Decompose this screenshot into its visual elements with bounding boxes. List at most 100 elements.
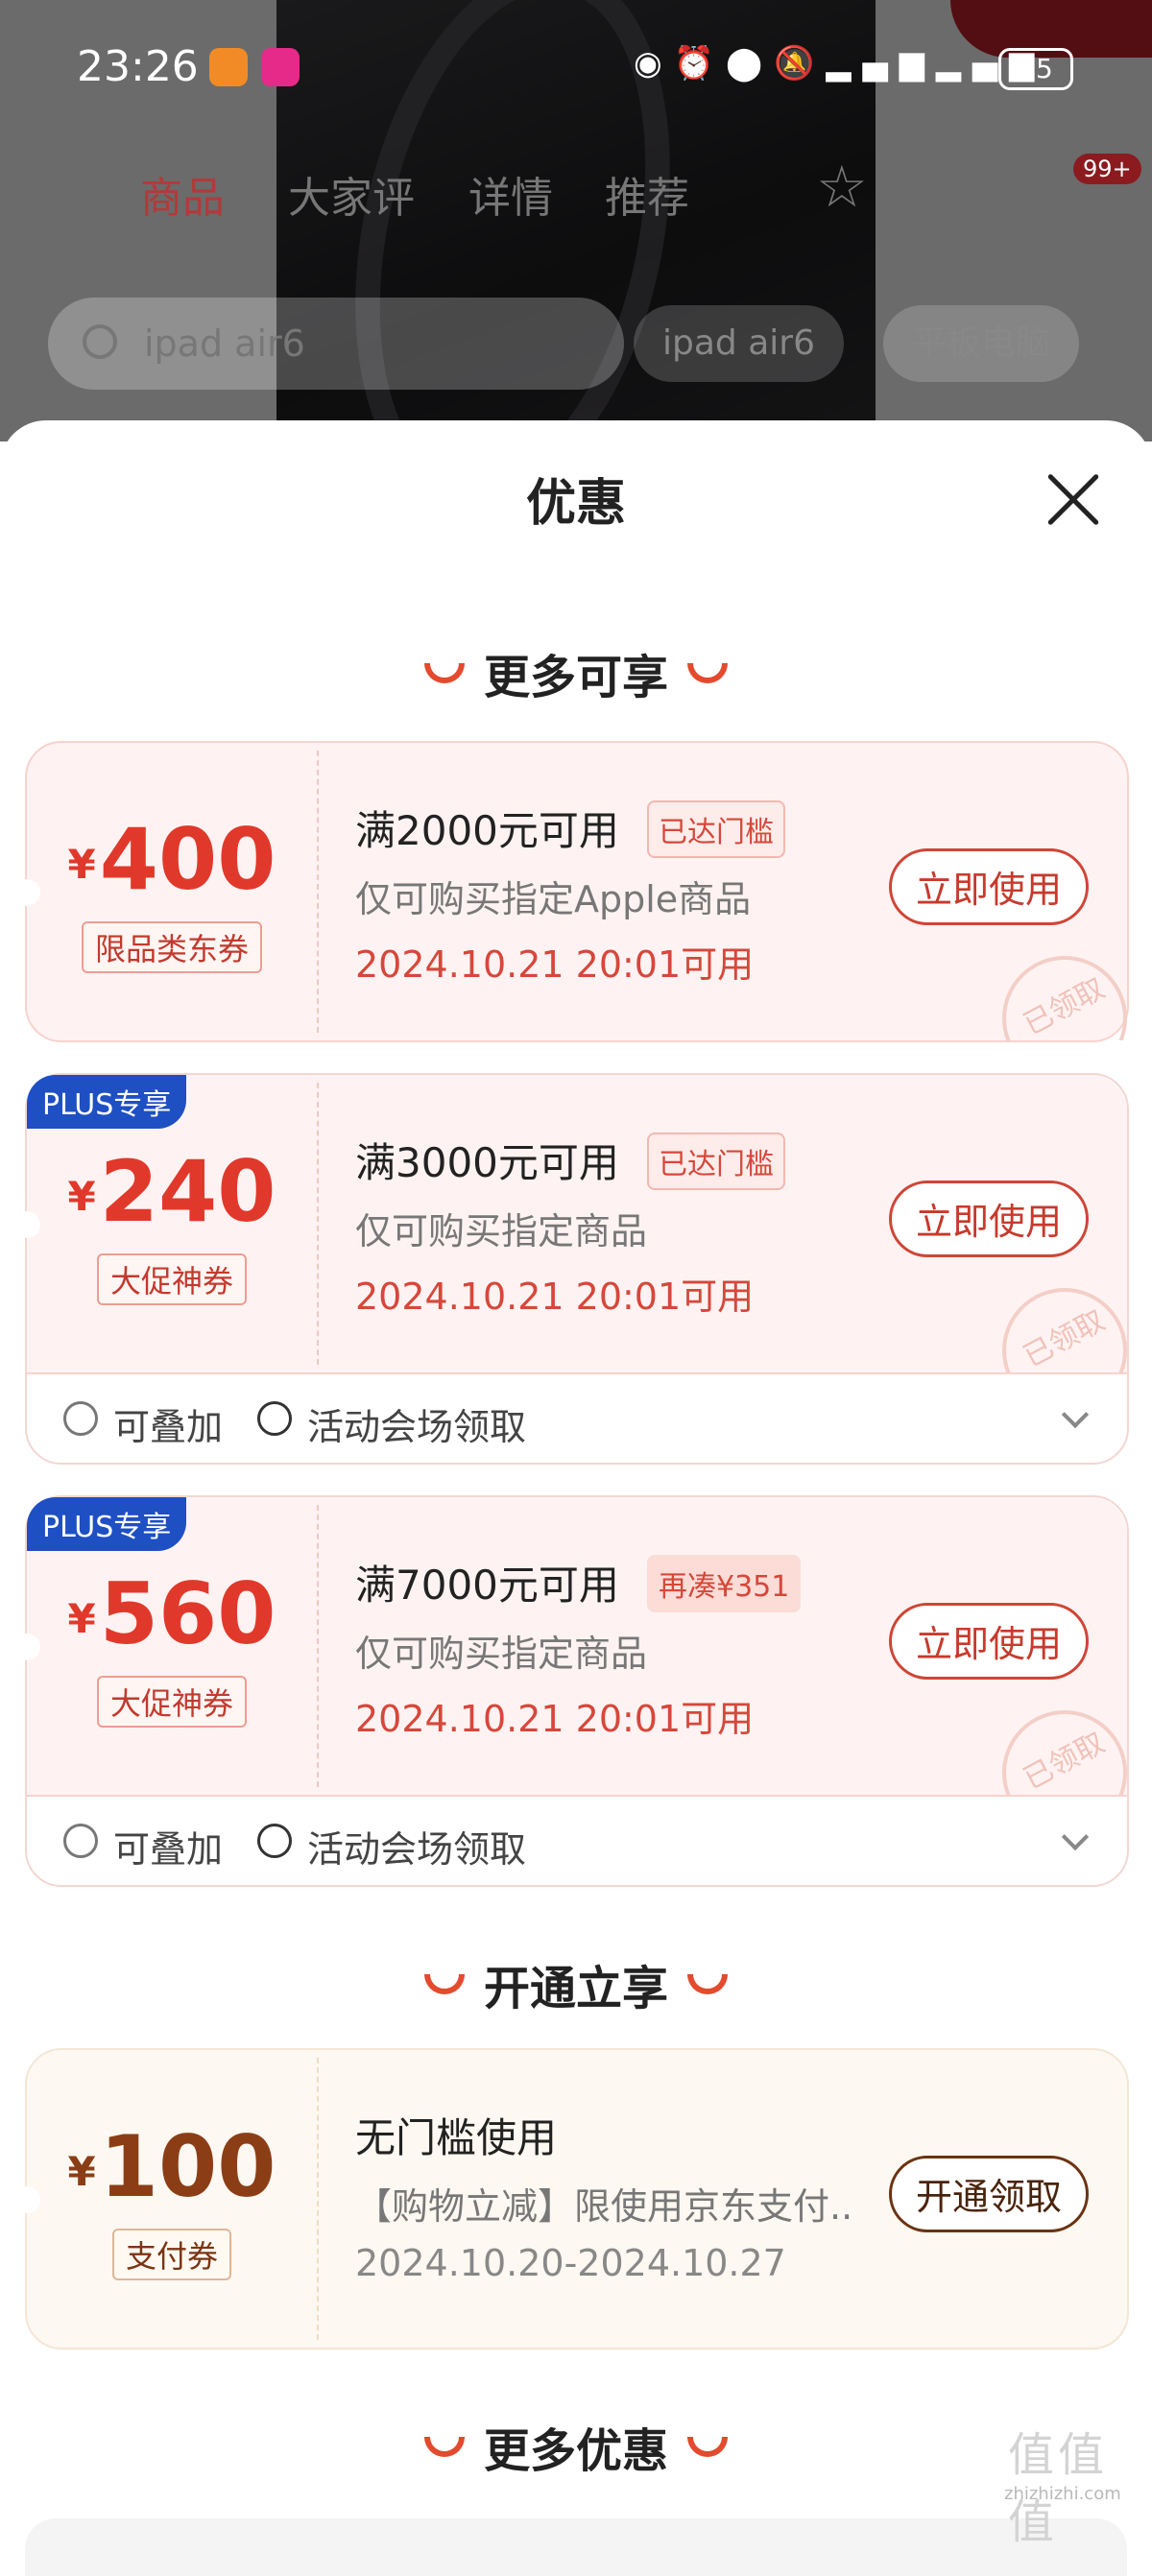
coupon-validity: 2024.10.20-2024.10.27 xyxy=(355,2242,786,2284)
currency-symbol: ¥ xyxy=(67,841,96,888)
coupon-card[interactable]: PLUS专享 ¥560 大促神券 满7000元可用 再凑¥351 仅可购买指定商… xyxy=(13,1495,1129,1887)
coupon-footer[interactable]: 可叠加 活动会场领取 xyxy=(27,1797,1127,1885)
smile-icon xyxy=(423,1973,465,1994)
coupon-card[interactable]: PLUS专享 ¥240 大促神券 满3000元可用 已达门槛 仅可购买指定商品 … xyxy=(13,1073,1129,1465)
coupon-footer[interactable]: 可叠加 活动会场领取 xyxy=(27,1374,1127,1463)
amount-value: 240 xyxy=(99,1142,276,1241)
use-now-button[interactable]: 立即使用 xyxy=(889,1603,1089,1680)
card-divider xyxy=(317,1083,319,1365)
search-input[interactable]: ipad air6 xyxy=(48,298,624,390)
close-icon[interactable] xyxy=(1044,470,1102,528)
coupon-condition: 满7000元可用 xyxy=(355,1562,619,1609)
coupon-condition: 无门槛使用 xyxy=(355,2114,558,2161)
next-card-peek xyxy=(25,2518,1127,2576)
location-icon: ⬤ xyxy=(726,44,775,83)
section-title: 更多优惠 xyxy=(0,2413,1152,2480)
claimed-stamp: 已领取 xyxy=(977,1699,1127,1795)
tab-reviews[interactable]: 大家评 xyxy=(288,163,415,225)
source-label: 活动会场领取 xyxy=(307,1828,527,1871)
card-divider xyxy=(317,751,319,1033)
sheet-title: 优惠 xyxy=(525,475,626,533)
chevron-down-icon[interactable] xyxy=(1061,1823,1090,1851)
search-chip[interactable]: ipad air6 xyxy=(634,305,844,382)
search-query: ipad air6 xyxy=(144,322,305,365)
coupon-tag-label: 大促神券 xyxy=(96,1676,247,1728)
signal-5g-icon: ▂▄▆ xyxy=(826,44,936,83)
coupon-tag: 支付券 xyxy=(27,2229,317,2280)
tab-goods[interactable]: 商品 xyxy=(140,163,225,225)
card-divider xyxy=(317,1505,319,1787)
card-divider xyxy=(317,2058,319,2340)
coupon-scope: 【购物立减】限使用京东支付... xyxy=(355,2185,854,2228)
search-row: ipad air6 ipad air6 平板电脑 xyxy=(48,298,1104,390)
search-icon xyxy=(83,324,117,359)
use-now-button[interactable]: 立即使用 xyxy=(889,1181,1089,1257)
smile-icon xyxy=(687,2436,728,2457)
product-tab-bar: 商品 大家评 详情 推荐 ☆ 99+ xyxy=(0,154,1152,240)
claimed-stamp: 已领取 xyxy=(977,944,1127,1040)
smile-icon xyxy=(423,662,465,683)
plus-exclusive-badge: PLUS专享 xyxy=(27,1497,187,1551)
currency-symbol: ¥ xyxy=(67,1173,96,1220)
amount-value: 400 xyxy=(99,810,276,909)
ticket-icon xyxy=(257,1824,292,1858)
mute-icon: 🔕 xyxy=(774,44,827,83)
notification-app-icon xyxy=(261,48,300,86)
source-label: 活动会场领取 xyxy=(307,1406,527,1448)
tab-details[interactable]: 详情 xyxy=(468,163,553,225)
status-icons: ◉⏰⬤🔕▂▄▆▂▄▆ xyxy=(634,44,1045,83)
cart-badge: 99+ xyxy=(1073,154,1141,184)
stack-icon xyxy=(63,1401,98,1436)
section-title: 更多可享 xyxy=(0,639,1152,706)
section-title-text: 更多优惠 xyxy=(483,2424,668,2478)
smile-icon xyxy=(687,1973,728,1994)
threshold-badge: 已达门槛 xyxy=(647,1133,785,1190)
battery-indicator: 85 xyxy=(998,48,1073,90)
coupon-amount: ¥240 xyxy=(27,1144,317,1240)
coupon-tag: 限品类东券 xyxy=(27,921,317,973)
stackable-label: 可叠加 xyxy=(113,1406,224,1448)
notification-app-icon xyxy=(209,48,248,86)
coupon-sheet: 优惠 更多可享 ¥400 限品类东券 满2000元可用 已达门槛 仅可购买指定A… xyxy=(0,420,1152,2557)
activate-claim-button[interactable]: 开通领取 xyxy=(889,2156,1089,2232)
coupon-validity: 2024.10.21 20:01可用 xyxy=(355,943,755,986)
chevron-down-icon[interactable] xyxy=(1061,1400,1090,1429)
section-title-text: 更多可享 xyxy=(483,651,668,704)
use-now-button[interactable]: 立即使用 xyxy=(889,848,1089,925)
coupon-validity: 2024.10.21 20:01可用 xyxy=(355,1276,755,1318)
stamp-text: 已领取 xyxy=(1018,971,1111,1040)
section-title: 开通立享 xyxy=(0,1950,1152,2017)
coupon-amount: ¥560 xyxy=(27,1566,317,1662)
coupon-amount: ¥100 xyxy=(27,2119,317,2215)
coupon-tag-label: 支付券 xyxy=(111,2229,231,2280)
coupon-tag: 大促神券 xyxy=(27,1253,317,1305)
alarm-icon: ⏰ xyxy=(673,44,727,83)
coupon-tag-label: 限品类东券 xyxy=(81,921,262,973)
coupon-tag: 大促神券 xyxy=(27,1676,317,1728)
status-time: 23:26 xyxy=(77,42,199,91)
star-icon[interactable]: ☆ xyxy=(816,154,868,221)
stamp-text: 已领取 xyxy=(1018,1303,1111,1372)
currency-symbol: ¥ xyxy=(67,2148,96,2195)
ticket-icon xyxy=(257,1401,292,1436)
smile-icon xyxy=(687,662,728,683)
watermark: 值值值 zhizhizhi.com xyxy=(1004,2428,1121,2549)
amount-value: 560 xyxy=(99,1564,276,1663)
threshold-badge: 已达门槛 xyxy=(647,800,785,858)
coupon-card[interactable]: ¥100 支付券 无门槛使用 【购物立减】限使用京东支付... 2024.10.… xyxy=(13,2048,1129,2349)
shortfall-badge: 再凑¥351 xyxy=(647,1555,802,1612)
status-bar: 23:26 ◉⏰⬤🔕▂▄▆▂▄▆ 85 xyxy=(0,0,1152,144)
coupon-card[interactable]: ¥400 限品类东券 满2000元可用 已达门槛 仅可购买指定Apple商品 2… xyxy=(13,741,1129,1042)
search-chip[interactable]: 平板电脑 xyxy=(883,305,1080,382)
plus-exclusive-badge: PLUS专享 xyxy=(27,1075,187,1129)
tab-recommend[interactable]: 推荐 xyxy=(605,163,689,225)
coupon-scope: 仅可购买指定Apple商品 xyxy=(355,878,752,920)
coupon-validity: 2024.10.21 20:01可用 xyxy=(355,1698,755,1740)
coupon-scope: 仅可购买指定商品 xyxy=(355,1633,648,1675)
stack-icon xyxy=(63,1824,98,1858)
amount-value: 100 xyxy=(99,2117,276,2216)
eye-icon: ◉ xyxy=(634,44,674,83)
smile-icon xyxy=(423,2436,465,2457)
section-title-text: 开通立享 xyxy=(483,1962,668,2015)
coupon-condition: 满2000元可用 xyxy=(355,807,619,854)
